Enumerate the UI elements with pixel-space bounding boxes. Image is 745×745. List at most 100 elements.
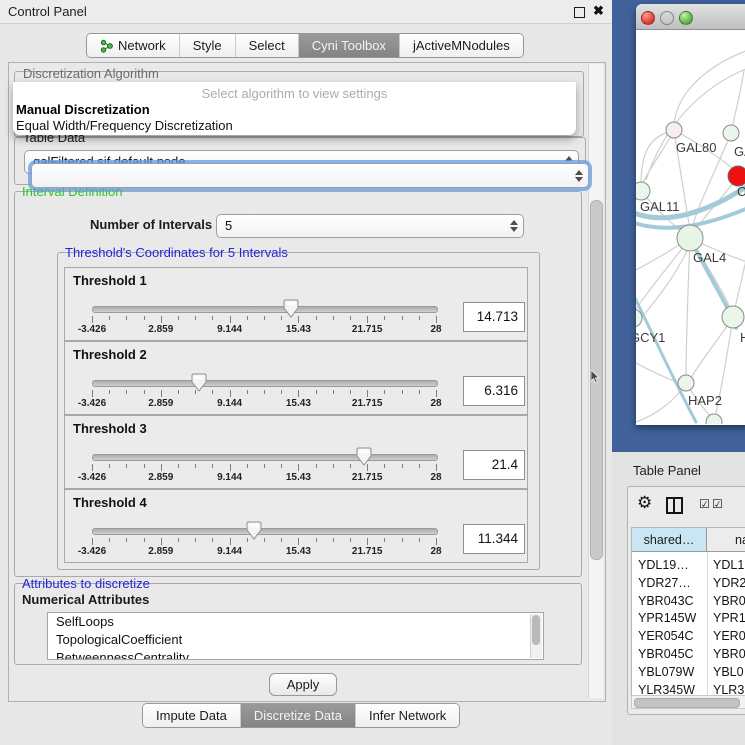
split-columns-icon[interactable] [666,497,683,514]
gear-icon[interactable]: ⚙ [637,493,652,513]
mac-minimize-icon[interactable] [660,11,674,25]
checkbox-icon[interactable]: ☑ [699,497,710,511]
tab-cyni-toolbox[interactable]: Cyni Toolbox [299,34,400,57]
table-row[interactable]: YBL079W YBL0 [632,663,745,681]
slider-track[interactable] [92,306,438,313]
tab-label: Infer Network [369,708,446,723]
slider-tick [419,538,420,542]
dropdown-option-manual-discretization[interactable]: Manual Discretization [16,102,150,117]
tick-label: 21.715 [352,472,383,483]
close-icon[interactable]: ✖ [593,3,604,19]
algorithm-combo[interactable] [31,163,589,188]
gal11-node[interactable] [636,182,650,200]
slider-track[interactable] [92,454,438,461]
node-label-h: H [740,330,745,345]
slider-tick [264,464,265,468]
slider-tick [161,316,162,323]
float-window-icon[interactable] [574,7,585,18]
cell-shared-name[interactable]: YDR27… [638,574,691,592]
threshold-value-input[interactable]: 14.713 [463,302,525,332]
numerical-attributes-list[interactable]: SelfLoopsTopologicalCoefficientBetweenne… [47,612,544,660]
slider-handle[interactable] [356,447,372,467]
network-canvas[interactable]: GAL80GACGAL11GAL4GCY1HHAP2 [636,30,745,424]
gal4-node[interactable] [677,225,703,251]
tick-label: 9.144 [217,472,242,483]
slider-tick [350,316,351,320]
tick-label: 15.43 [286,546,311,557]
apply-button[interactable]: Apply [269,673,337,696]
mac-zoom-icon[interactable] [679,11,693,25]
hap2-node[interactable] [678,375,694,391]
scrollbar-thumb[interactable] [634,698,740,708]
network-window-titlebar[interactable] [636,4,745,30]
cell-name[interactable]: YPR1 [713,609,745,627]
tab-select[interactable]: Select [236,34,299,57]
selected-red-node[interactable] [728,166,745,186]
cell-name[interactable]: YBL0 [713,663,744,681]
cell-name[interactable]: YER0 [713,627,745,645]
slider-handle[interactable] [191,373,207,393]
table-row[interactable]: YBR045C YBR0 [632,645,745,663]
cell-name[interactable]: YBR0 [713,645,745,663]
tab-network[interactable]: Network [87,34,180,57]
tab-infer-network[interactable]: Infer Network [356,704,459,727]
column-header-name[interactable]: na [707,528,745,552]
slider-tick [178,316,179,320]
tick-label: 21.715 [352,324,383,335]
slider-track[interactable] [92,528,438,535]
slider-tick [126,316,127,320]
node-label-hap2: HAP2 [688,393,722,408]
tab-style[interactable]: Style [180,34,236,57]
slider-tick [126,538,127,542]
gal80-node[interactable] [666,122,682,138]
slider-track[interactable] [92,380,438,387]
top-right-node[interactable] [723,125,739,141]
right-node[interactable] [722,306,744,328]
cell-name[interactable]: YDL1 [713,556,744,574]
threshold-value-input[interactable]: 11.344 [463,524,525,554]
slider-tick [126,390,127,394]
tab-impute-data[interactable]: Impute Data [143,704,241,727]
cell-name[interactable]: YBR0 [713,592,745,610]
cell-shared-name[interactable]: YDL19… [638,556,689,574]
slider-tick [402,538,403,542]
node-label-gcy1: GCY1 [636,330,665,345]
threshold-value-input[interactable]: 6.316 [463,376,525,406]
cell-shared-name[interactable]: YER054C [638,627,694,645]
slider-tick [350,538,351,542]
checkbox-icon[interactable]: ☑ [712,497,723,511]
combo-arrows-icon[interactable] [509,220,518,232]
cell-shared-name[interactable]: YBR043C [638,592,694,610]
list-scrollbar[interactable] [530,614,542,658]
slider-handle[interactable] [246,521,262,541]
number-of-intervals-combo[interactable]: 5 [216,214,524,238]
cell-name[interactable]: YDR2 [713,574,745,592]
table-hscrollbar[interactable] [631,695,745,709]
slider-tick [333,538,334,542]
mac-close-icon[interactable] [641,11,655,25]
threshold-row-3: Threshold 3-3.4262.8599.14415.4321.71528… [64,415,528,489]
tab-jactivemnodules[interactable]: jActiveMNodules [400,34,523,57]
slider-tick [384,316,385,320]
cell-shared-name[interactable]: YBR045C [638,645,694,663]
cell-shared-name[interactable]: YPR145W [638,609,696,627]
attribute-item-selfloops[interactable]: SelfLoops [48,613,543,631]
tab-discretize-data[interactable]: Discretize Data [241,704,356,727]
combo-arrows-icon[interactable] [574,170,583,182]
table-row[interactable]: YDR27… YDR2 [632,574,745,592]
slider-handle[interactable] [283,299,299,319]
dropdown-option-equal-width[interactable]: Equal Width/Frequency Discretization [16,118,233,133]
cell-shared-name[interactable]: YBL079W [638,663,694,681]
bottom-node[interactable] [706,414,722,424]
table-row[interactable]: YPR145W YPR1 [632,609,745,627]
column-header-shared[interactable]: shared… [632,528,707,552]
table-row[interactable]: YER054C YER0 [632,627,745,645]
node-table: shared… na YDL19…YDL1YDR27…YDR2YBR043CYB… [631,527,745,697]
attribute-item-topologicalcoefficient[interactable]: TopologicalCoefficient [48,631,543,649]
threshold-value-input[interactable]: 21.4 [463,450,525,480]
table-row[interactable]: YBR043C YBR0 [632,592,745,610]
slider-tick [402,464,403,468]
panel-title: Control Panel [8,4,87,19]
attribute-item-betweennesscentrality[interactable]: BetweennessCentrality [48,649,543,660]
table-row[interactable]: YDL19… YDL1 [632,556,745,574]
